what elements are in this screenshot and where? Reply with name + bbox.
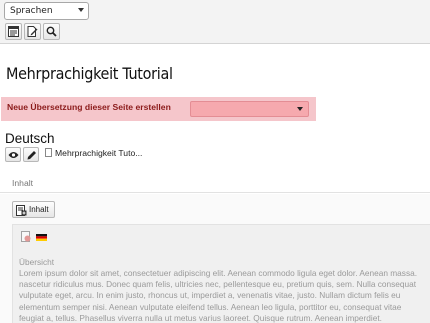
body-line: feugiat a, tellus. Phasellus viverra nul…: [19, 312, 382, 323]
language-select[interactable]: Sprachen: [4, 2, 89, 20]
page-link-label: Mehrprachigkeit Tuto...: [55, 148, 143, 158]
content-section-header: Inhalt: [0, 174, 430, 193]
content-section-title: Inhalt: [12, 178, 34, 188]
page-properties-icon: [8, 26, 19, 37]
content-element-type-icon[interactable]: [21, 231, 31, 242]
page-title: Mehrprachigkeit Tutorial: [6, 64, 173, 83]
new-translation-label: Neue Übersetzung dieser Seite erstellen: [7, 102, 171, 112]
content-element-body: Lorem ipsum dolor sit amet, consectetuer…: [19, 268, 430, 323]
add-content-button[interactable]: Inhalt: [12, 201, 55, 218]
body-line: vulputate eget, arcu. In enim justo, rho…: [19, 290, 401, 301]
edit-language-button[interactable]: [23, 147, 39, 162]
chevron-down-icon: [297, 107, 303, 111]
german-flag-icon: [36, 234, 47, 241]
new-translation-select[interactable]: [190, 101, 309, 117]
edit-page-icon: [27, 26, 38, 37]
pencil-icon: [27, 151, 36, 160]
module-toolbar: Sprachen: [0, 0, 430, 44]
eye-icon: [8, 152, 19, 158]
body-line: Lorem ipsum dolor sit amet, consectetuer…: [19, 268, 418, 278]
page-properties-button[interactable]: [5, 23, 22, 40]
view-page-button[interactable]: [5, 147, 21, 162]
language-select-value: Sprachen: [10, 6, 53, 16]
search-button[interactable]: [43, 23, 60, 40]
page-icon: [45, 148, 52, 157]
body-line: elementum semper nisi. Aenean vulputate …: [19, 301, 402, 312]
add-content-icon: [16, 205, 27, 216]
edit-page-button[interactable]: [24, 23, 41, 40]
body-line: nascetur ridiculus mus. Donec quam felis…: [19, 279, 417, 290]
page-link[interactable]: Mehrprachigkeit Tuto...: [45, 148, 142, 158]
chevron-down-icon: [78, 8, 84, 12]
search-icon: [46, 26, 57, 37]
new-translation-row: Neue Übersetzung dieser Seite erstellen: [1, 97, 316, 121]
add-content-label: Inhalt: [29, 205, 49, 214]
content-element-header: Übersicht: [19, 257, 55, 267]
language-heading: Deutsch: [5, 131, 55, 146]
